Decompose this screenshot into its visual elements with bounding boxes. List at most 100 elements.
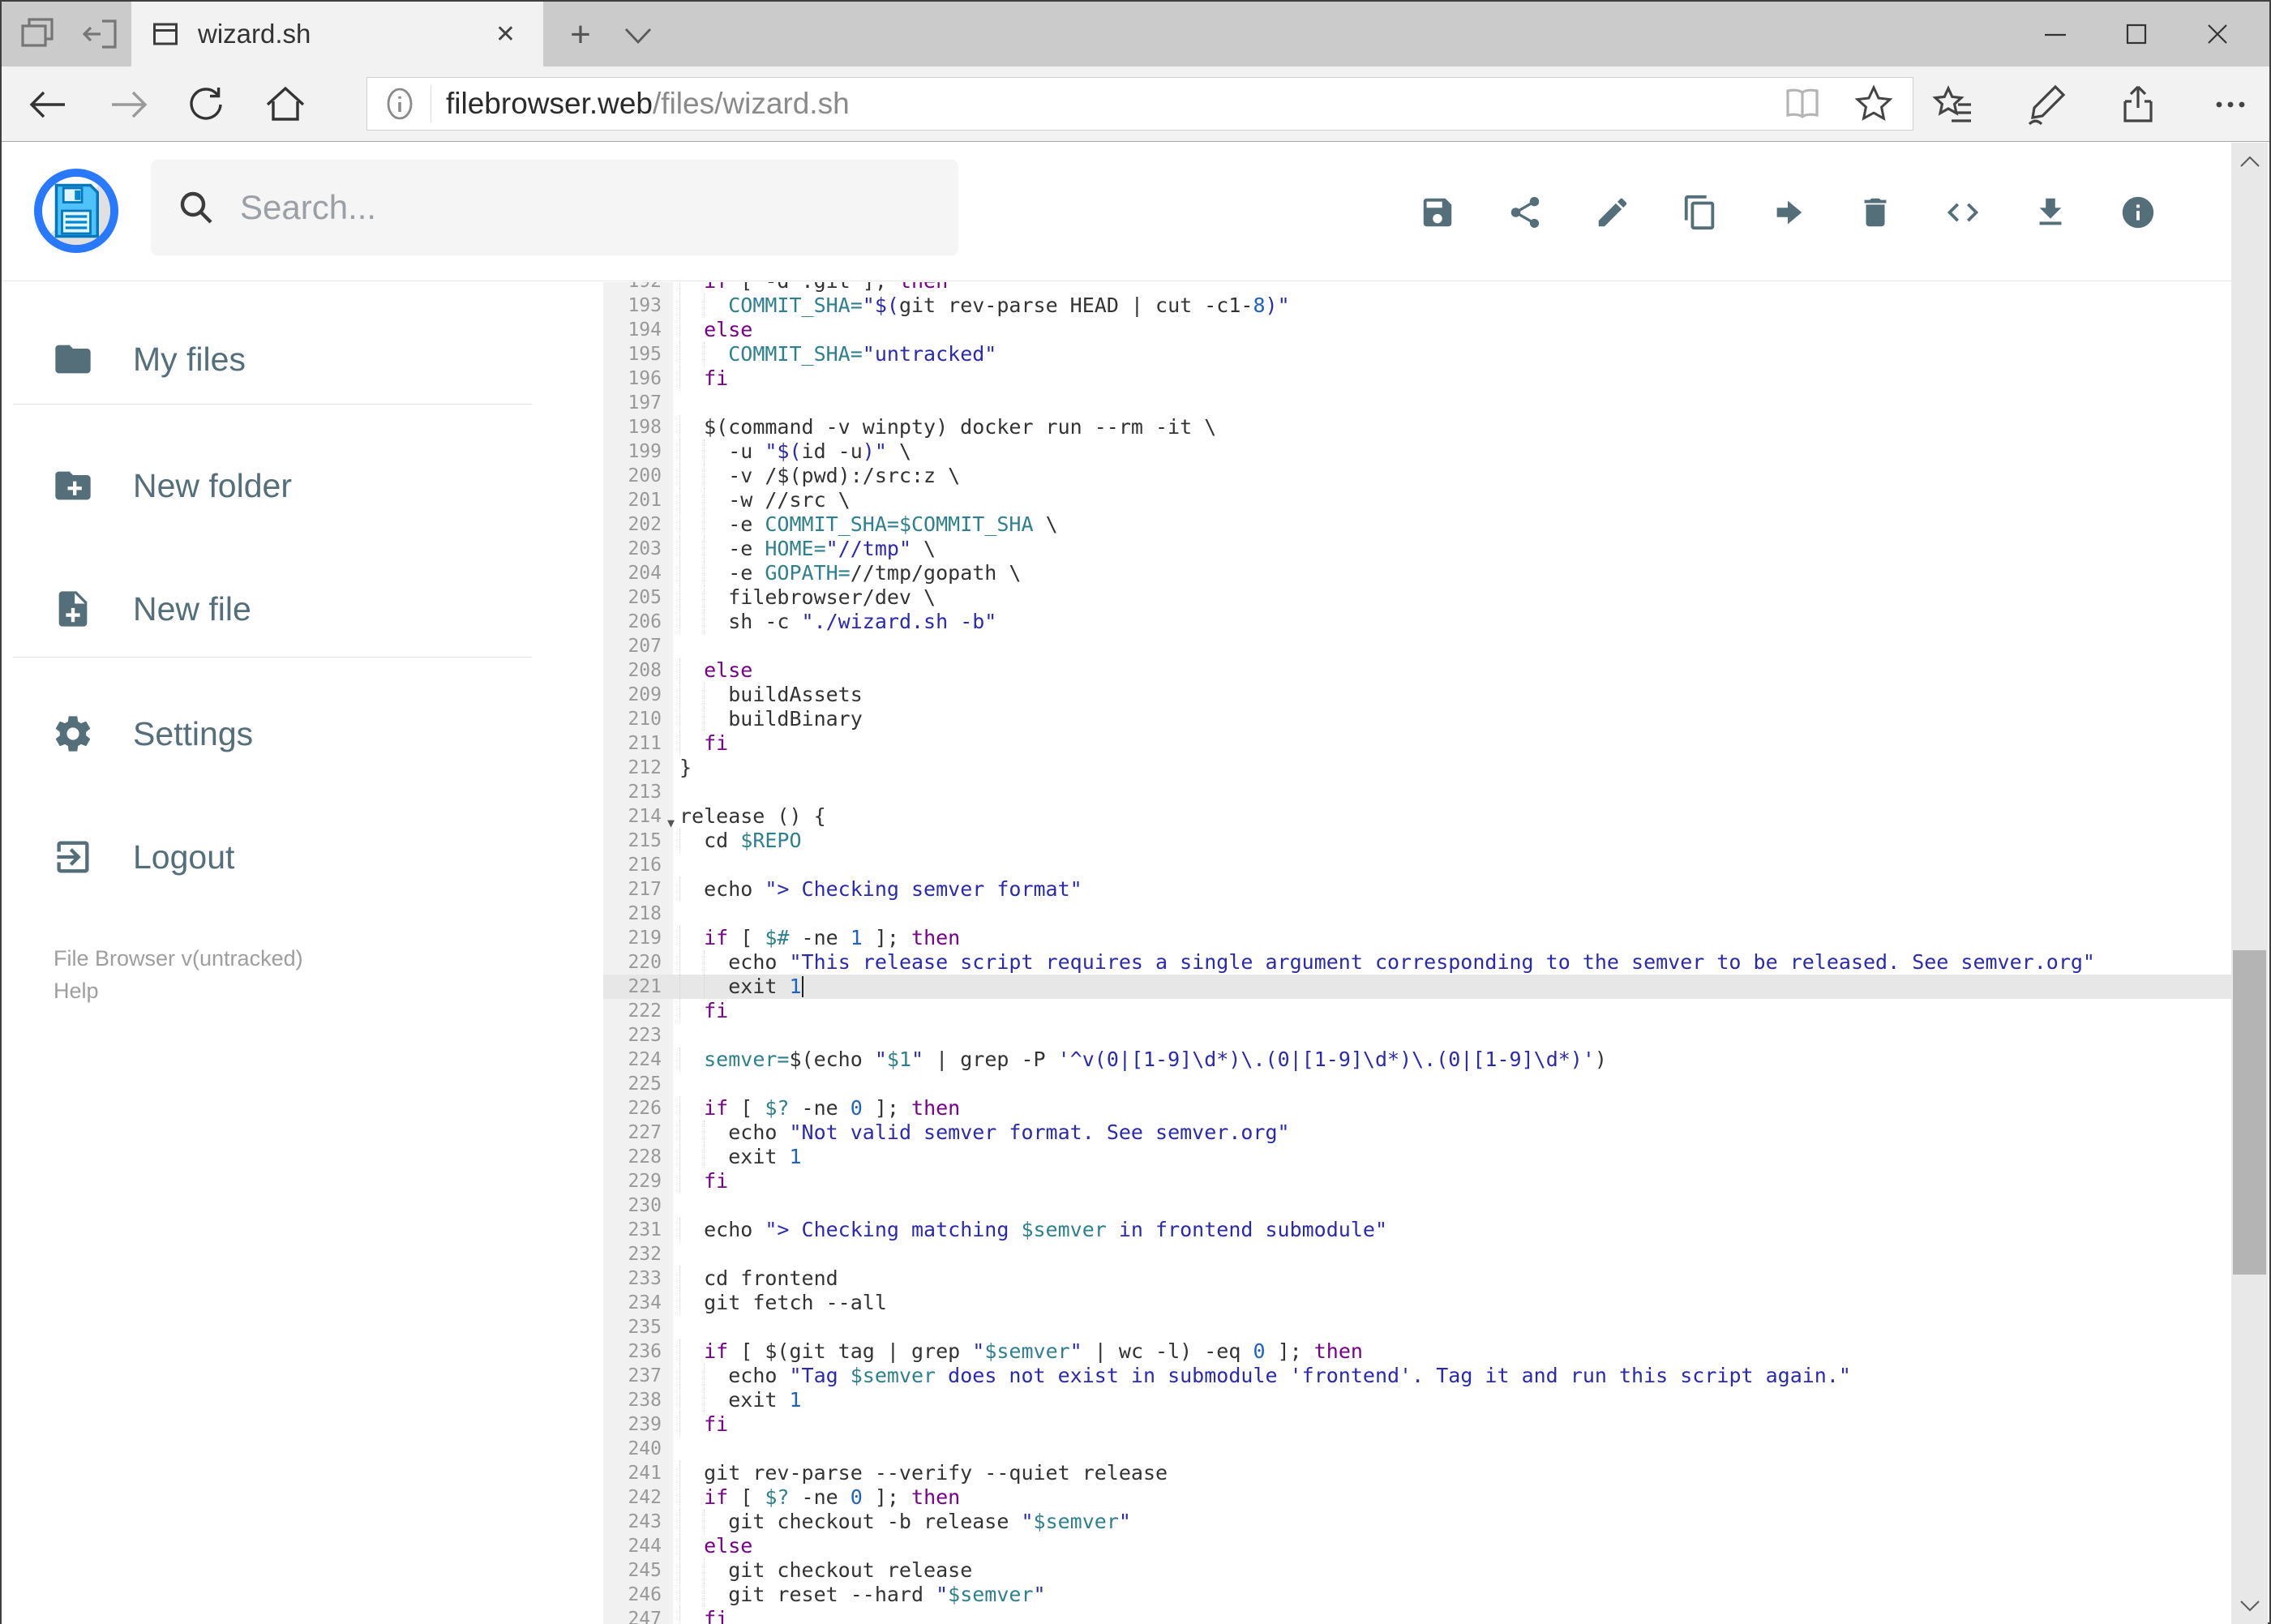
- set-tabs-aside-icon[interactable]: [16, 15, 58, 54]
- refresh-button[interactable]: [169, 66, 242, 142]
- sidebar-item-settings[interactable]: Settings: [2, 689, 603, 778]
- code-line-243[interactable]: 243 git checkout -b release "$semver": [603, 1510, 2235, 1534]
- address-bar[interactable]: filebrowser.web/files/wizard.sh: [366, 77, 1913, 131]
- code-line-203[interactable]: 203 -e HOME="//tmp" \: [603, 537, 2235, 561]
- code-line-219[interactable]: 219 if [ $# -ne 1 ]; then: [603, 926, 2235, 950]
- close-window-button[interactable]: [2177, 2, 2258, 66]
- code-line-224[interactable]: 224 semver=$(echo "$1" | grep -P '^v(0|[…: [603, 1048, 2235, 1072]
- back-button[interactable]: [11, 66, 84, 142]
- code-line-217[interactable]: 217 echo "> Checking semver format": [603, 877, 2235, 902]
- delete-button[interactable]: [1857, 194, 1894, 231]
- code-line-211[interactable]: 211 fi: [603, 731, 2235, 756]
- sidebar-item-logout[interactable]: Logout: [2, 812, 603, 902]
- code-line-238[interactable]: 238 exit 1: [603, 1388, 2235, 1412]
- code-line-240[interactable]: 240: [603, 1437, 2235, 1461]
- copy-button[interactable]: [1682, 194, 1719, 231]
- ink-pen-icon[interactable]: [2023, 82, 2068, 127]
- info-button[interactable]: [2119, 194, 2157, 231]
- sidebar-item-new-folder[interactable]: New folder: [2, 441, 603, 530]
- code-line-228[interactable]: 228 exit 1: [603, 1145, 2235, 1169]
- code-line-210[interactable]: 210 buildBinary: [603, 707, 2235, 731]
- code-line-204[interactable]: 204 -e GOPATH=//tmp/gopath \: [603, 561, 2235, 585]
- code-line-218[interactable]: 218: [603, 902, 2235, 926]
- code-line-227[interactable]: 227 echo "Not valid semver format. See s…: [603, 1121, 2235, 1145]
- code-line-199[interactable]: 199 -u "$(id -u)" \: [603, 439, 2235, 464]
- more-options-icon[interactable]: [2208, 82, 2253, 127]
- scroll-down-icon[interactable]: [2231, 1588, 2268, 1624]
- help-link[interactable]: Help: [54, 975, 99, 1007]
- code-line-206[interactable]: 206 sh -c "./wizard.sh -b": [603, 610, 2235, 634]
- code-line-242[interactable]: 242 if [ $? -ne 0 ]; then: [603, 1485, 2235, 1510]
- code-line-222[interactable]: 222 fi: [603, 999, 2235, 1023]
- code-line-195[interactable]: 195 COMMIT_SHA="untracked": [603, 342, 2235, 366]
- sidebar-item-my-files[interactable]: My files: [2, 315, 603, 404]
- code-line-207[interactable]: 207: [603, 634, 2235, 658]
- code-line-209[interactable]: 209 buildAssets: [603, 683, 2235, 707]
- code-line-233[interactable]: 233 cd frontend: [603, 1266, 2235, 1291]
- code-line-196[interactable]: 196 fi: [603, 366, 2235, 391]
- page-scrollbar[interactable]: [2231, 143, 2268, 1624]
- code-line-205[interactable]: 205 filebrowser/dev \: [603, 585, 2235, 610]
- hub-favorites-icon[interactable]: [1930, 82, 1976, 127]
- home-button[interactable]: [249, 66, 322, 142]
- code-line-197[interactable]: 197: [603, 391, 2235, 415]
- code-line-225[interactable]: 225: [603, 1072, 2235, 1096]
- code-line-214[interactable]: 214 ▼ release () {: [603, 804, 2235, 830]
- reading-view-icon[interactable]: [1781, 84, 1823, 123]
- new-tab-button[interactable]: +: [558, 15, 603, 54]
- code-line-213[interactable]: 213: [603, 780, 2235, 804]
- code-line-192[interactable]: 192 if [ -d .git ]; then: [603, 282, 2235, 294]
- indent-guide: [679, 829, 680, 853]
- search-input[interactable]: Search...: [151, 160, 958, 255]
- code-line-237[interactable]: 237 echo "Tag $semver does not exist in …: [603, 1364, 2235, 1388]
- code-line-198[interactable]: 198 $(command -v winpty) docker run --rm…: [603, 415, 2235, 439]
- raw-code-button[interactable]: [1944, 194, 1982, 231]
- share-page-icon[interactable]: [2115, 82, 2161, 127]
- code-line-212[interactable]: 212}: [603, 756, 2235, 780]
- code-line-193[interactable]: 193 COMMIT_SHA="$(git rev-parse HEAD | c…: [603, 294, 2235, 318]
- code-line-215[interactable]: 215 cd $REPO: [603, 829, 2235, 853]
- download-button[interactable]: [2032, 194, 2069, 231]
- code-line-239[interactable]: 239 fi: [603, 1412, 2235, 1437]
- code-editor[interactable]: 192 if [ -d .git ]; then193 COMMIT_SHA="…: [603, 282, 2235, 1624]
- code-line-223[interactable]: 223: [603, 1023, 2235, 1048]
- scrollbar-thumb[interactable]: [2233, 950, 2266, 1275]
- move-button[interactable]: [1769, 194, 1806, 231]
- maximize-button[interactable]: [2096, 2, 2177, 66]
- code-line-235[interactable]: 235: [603, 1315, 2235, 1339]
- code-line-221[interactable]: 221 exit 1: [603, 975, 2235, 999]
- filebrowser-logo[interactable]: [34, 169, 118, 253]
- code-line-202[interactable]: 202 -e COMMIT_SHA=$COMMIT_SHA \: [603, 512, 2235, 537]
- code-line-246[interactable]: 246 git reset --hard "$semver": [603, 1583, 2235, 1607]
- tabs-youve-set-aside-icon[interactable]: [79, 15, 122, 54]
- tab-dropdown-icon[interactable]: [618, 19, 658, 52]
- code-line-236[interactable]: 236 if [ $(git tag | grep "$semver" | wc…: [603, 1339, 2235, 1364]
- scroll-up-icon[interactable]: [2231, 143, 2268, 179]
- code-line-216[interactable]: 216: [603, 853, 2235, 877]
- code-line-247[interactable]: 247 fi: [603, 1607, 2235, 1624]
- share-button[interactable]: [1506, 194, 1544, 231]
- site-info-icon[interactable]: [367, 86, 431, 122]
- sidebar-item-new-file[interactable]: New file: [2, 564, 603, 653]
- forward-button[interactable]: [92, 66, 165, 142]
- edit-button[interactable]: [1594, 194, 1631, 231]
- code-line-244[interactable]: 244 else: [603, 1534, 2235, 1558]
- code-line-220[interactable]: 220 echo "This release script requires a…: [603, 950, 2235, 975]
- save-button[interactable]: [1419, 194, 1456, 231]
- code-line-194[interactable]: 194 else: [603, 318, 2235, 342]
- code-line-231[interactable]: 231 echo "> Checking matching $semver in…: [603, 1218, 2235, 1242]
- code-line-230[interactable]: 230: [603, 1193, 2235, 1218]
- add-favorite-star-icon[interactable]: [1853, 83, 1895, 125]
- code-line-200[interactable]: 200 -v /$(pwd):/src:z \: [603, 464, 2235, 488]
- code-line-229[interactable]: 229 fi: [603, 1169, 2235, 1193]
- code-line-208[interactable]: 208 else: [603, 658, 2235, 683]
- code-line-201[interactable]: 201 -w //src \: [603, 488, 2235, 512]
- minimize-button[interactable]: [2015, 2, 2096, 66]
- code-line-245[interactable]: 245 git checkout release: [603, 1558, 2235, 1583]
- code-line-241[interactable]: 241 git rev-parse --verify --quiet relea…: [603, 1461, 2235, 1485]
- code-line-232[interactable]: 232: [603, 1242, 2235, 1266]
- code-line-226[interactable]: 226 if [ $? -ne 0 ]; then: [603, 1096, 2235, 1121]
- code-line-234[interactable]: 234 git fetch --all: [603, 1291, 2235, 1315]
- tab-wizard-sh[interactable]: wizard.sh ✕: [131, 2, 543, 66]
- tab-close-icon[interactable]: ✕: [487, 17, 524, 52]
